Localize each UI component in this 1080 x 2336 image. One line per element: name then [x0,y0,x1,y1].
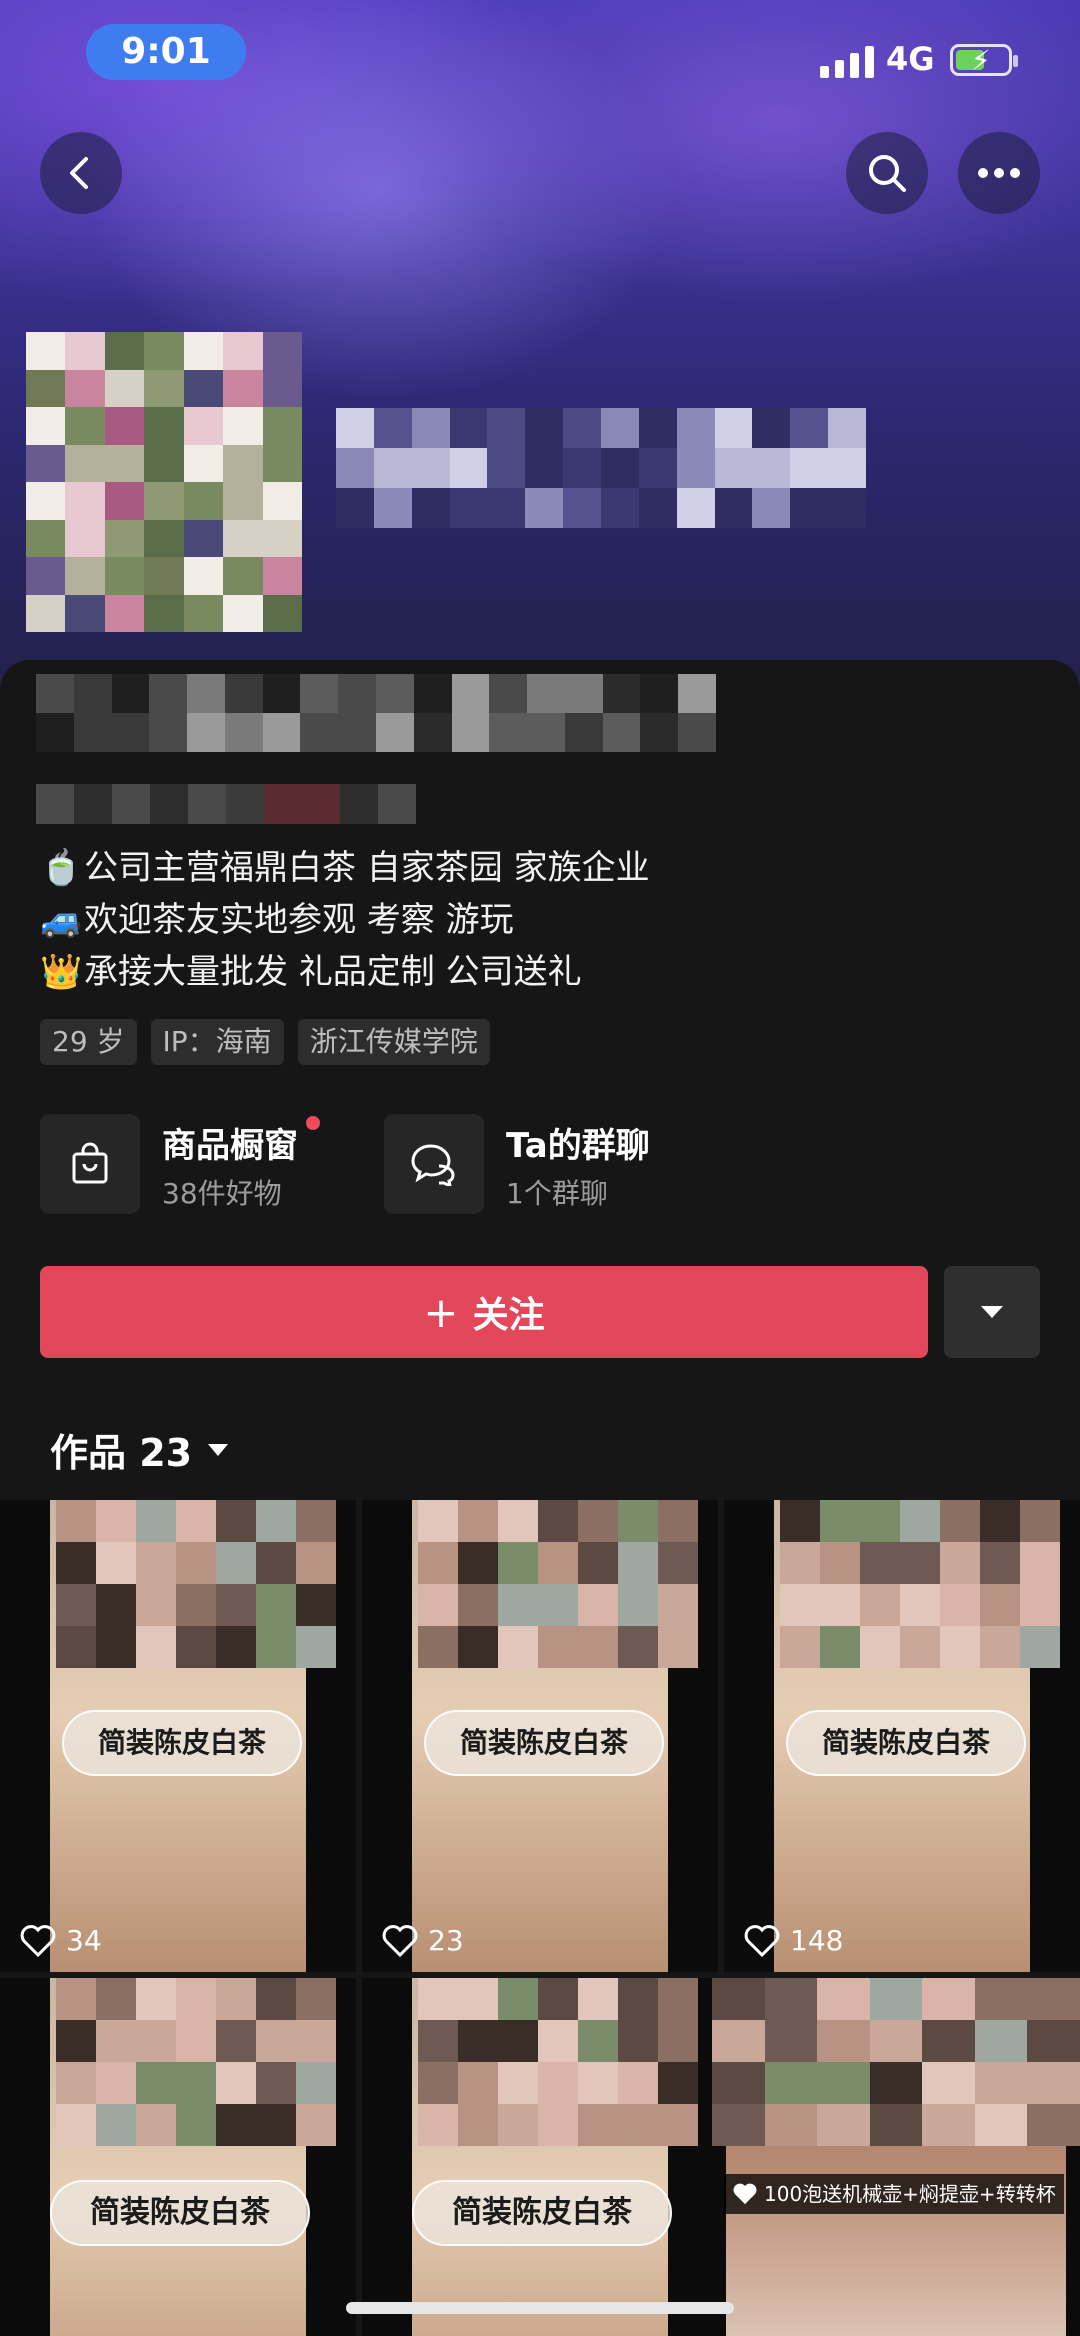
video-title-overlay: 简装陈皮白茶 [62,1710,302,1776]
like-count: 148 [744,1924,843,1957]
profile-name-mosaic [336,408,866,528]
heart-icon [20,1924,56,1957]
school-tag[interactable]: 浙江传媒学院 [297,1019,490,1065]
signal-icon [820,44,878,78]
video-title-overlay: 100泡送机械壶+焖提壶+转转杯 [724,2174,1064,2214]
group-chat-count: 1个群聊 [506,1177,608,1210]
chat-bubbles-icon [384,1114,484,1214]
works-tab[interactable]: 作品 23 [50,1422,230,1477]
crown-icon: 👑 [40,952,83,992]
avatar[interactable] [26,332,302,632]
face-mosaic [56,1978,336,2146]
home-indicator[interactable] [346,2302,734,2314]
face-mosaic [56,1500,336,1668]
bio-line: 👑承接大量批发 礼品定制 公司送礼 [40,946,1040,998]
profile-stats-mosaic [36,674,716,752]
bio-line: 🍵公司主营福鼎白茶 自家茶园 家族企业 [40,842,1040,894]
caret-down-icon [981,1306,1003,1318]
back-button[interactable] [40,132,122,214]
group-chat-entry[interactable]: Ta的群聊 1个群聊 [384,1114,704,1216]
like-count: 34 [20,1924,102,1957]
video-card[interactable]: 简装陈皮白茶 [362,1978,718,2336]
video-title-overlay: 简装陈皮白茶 [412,2180,672,2246]
caret-down-icon [208,1443,229,1456]
age-tag: 29 岁 [40,1019,137,1065]
more-button[interactable] [958,132,1040,214]
video-title-overlay: 简装陈皮白茶 [786,1710,1026,1776]
face-mosaic [712,1978,1080,2146]
status-bar: 9:01 4G ⚡ [0,0,1080,110]
follow-label: 关注 [472,1295,545,1336]
ip-tag: IP：海南 [150,1019,284,1065]
video-card[interactable]: 100泡送机械壶+焖提壶+转转杯 [712,1978,1080,2336]
network-label: 4G [886,40,935,78]
plus-icon: + [423,1287,459,1337]
shopping-bag-icon [40,1114,140,1214]
video-card[interactable]: 简装陈皮白茶 34 [0,1500,356,1972]
video-title-overlay: 简装陈皮白茶 [50,2180,310,2246]
shop-window-count: 38件好物 [162,1177,282,1210]
ellipsis-icon [978,168,1020,178]
profile-bio-mosaic [36,784,416,824]
face-mosaic [780,1500,1060,1668]
shop-window-entry[interactable]: 商品橱窗 38件好物 [40,1114,360,1216]
heart-icon [733,2183,757,2205]
status-time: 9:01 [86,24,246,80]
works-label: 作品 23 [50,1431,193,1475]
tea-icon: 🍵 [40,848,83,888]
notification-dot [306,1116,320,1130]
video-title-overlay: 简装陈皮白茶 [424,1710,664,1776]
shop-window-title: 商品橱窗 [162,1126,298,1166]
heart-icon [382,1924,418,1957]
works-grid: 简装陈皮白茶 34 简装陈皮白茶 23 简装陈皮白茶 148 简装陈皮白茶 简装… [0,1500,1080,2336]
like-count: 23 [382,1924,464,1957]
search-button[interactable] [846,132,928,214]
video-card[interactable]: 简装陈皮白茶 148 [724,1500,1080,1972]
profile-tags: 29 岁 IP：海南 浙江传媒学院 [40,1019,490,1065]
bio-line: 🚙欢迎茶友实地参观 考察 游玩 [40,894,1040,946]
bio: 🍵公司主营福鼎白茶 自家茶园 家族企业 🚙欢迎茶友实地参观 考察 游玩 👑承接大… [40,842,1040,998]
follow-options-button[interactable] [944,1266,1040,1358]
face-mosaic [418,1978,698,2146]
heart-icon [744,1924,780,1957]
search-icon [869,155,906,192]
follow-button[interactable]: + 关注 [40,1266,928,1358]
battery-icon: ⚡ [950,44,1018,77]
video-card[interactable]: 简装陈皮白茶 23 [362,1500,718,1972]
group-chat-title: Ta的群聊 [506,1126,650,1166]
video-card[interactable]: 简装陈皮白茶 [0,1978,356,2336]
face-mosaic [418,1500,698,1668]
chevron-left-icon [70,157,88,189]
car-icon: 🚙 [40,900,83,940]
